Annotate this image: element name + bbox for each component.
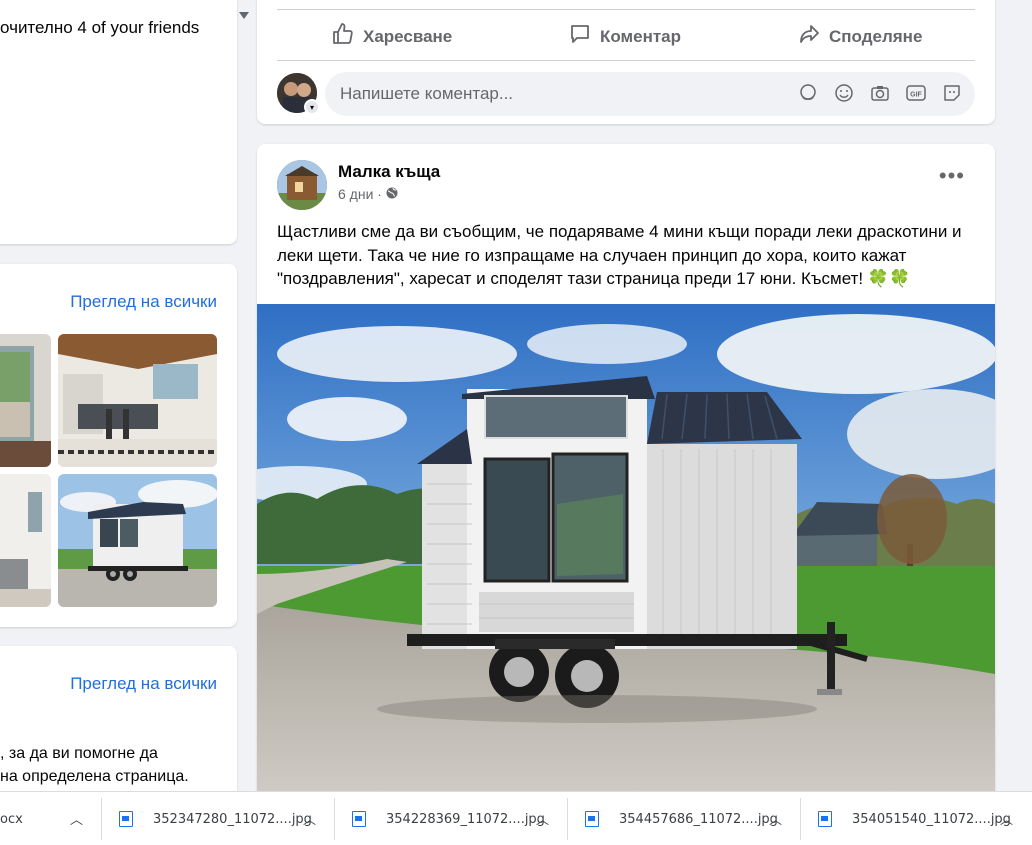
share-button[interactable]: Споделяне [797,22,922,51]
chevron-down-icon[interactable]: ▾ [304,99,320,115]
friends-text: очително 4 of your friends [0,18,200,37]
divider [334,798,335,840]
photo-thumb-3[interactable] [0,474,51,607]
help-text-line-2: на определена страница. [0,768,189,785]
page-avatar[interactable] [277,160,327,210]
help-text-line-1: , за да ви помогне да [0,745,158,762]
download-item[interactable]: 354228369_11072....jpg [352,792,567,845]
download-file-name: 354457686_11072....jpg [619,811,778,827]
image-file-icon [585,811,599,827]
like-button[interactable]: Харесване [331,22,452,51]
view-all-photos-link[interactable]: Преглед на всички [70,292,217,312]
camera-icon[interactable] [869,82,891,104]
share-icon [797,22,821,51]
download-file-name: 352347280_11072....jpg [153,811,312,827]
photo-thumb-2[interactable] [58,334,217,467]
post-image[interactable] [257,304,995,794]
collapse-arrow-icon[interactable] [239,12,249,19]
chevron-up-icon[interactable]: ︿ [536,809,549,828]
gif-icon[interactable]: GIF [905,82,927,104]
sticker-icon[interactable] [941,82,963,104]
download-item[interactable]: 354457686_11072....jpg [585,792,800,845]
photos-card: Преглед на всички [0,264,237,627]
previous-post-card: Харесване Коментар Споделяне ▾ Напишете … [257,0,995,124]
more-options-icon[interactable]: ••• [939,165,965,187]
divider [277,9,975,10]
svg-text:GIF: GIF [910,92,922,99]
page-name[interactable]: Малка къща [338,162,440,182]
emoji-icon[interactable] [833,82,855,104]
post-time[interactable]: 6 дни · [338,186,382,202]
divider [101,798,102,840]
globe-icon [386,186,398,202]
download-file-name: осх [0,811,23,827]
download-item[interactable]: осх [0,792,100,845]
post-text: Щастливи сме да ви съобщим, че подарявам… [277,222,962,288]
comment-button[interactable]: Коментар [568,22,681,51]
comment-input[interactable]: Напишете коментар... GIF [325,72,975,116]
photo-thumb-4[interactable] [58,474,217,607]
image-file-icon [119,811,133,827]
divider [567,798,568,840]
friends-card: очително 4 of your friends [0,0,237,244]
comment-label: Коментар [600,26,681,46]
photo-thumb-1[interactable] [0,334,51,467]
view-all-pages-link[interactable]: Преглед на всички [70,674,217,694]
divider [800,798,801,840]
comment-icon [568,22,592,51]
post-card: Малка къща 6 дни · ••• Щастливи сме да в… [257,144,995,844]
chevron-up-icon[interactable]: ︿ [303,809,316,828]
chevron-up-icon[interactable]: ︿ [769,809,782,828]
divider [277,60,975,61]
image-file-icon [352,811,366,827]
download-bar: осх ︿ 352347280_11072....jpg ︿ 354228369… [0,791,1032,845]
chevron-up-icon[interactable]: ︿ [1000,809,1013,828]
chevron-up-icon[interactable]: ︿ [70,809,83,828]
download-item[interactable]: 352347280_11072....jpg [119,792,334,845]
post-meta: 6 дни · [338,186,398,202]
comment-placeholder: Напишете коментар... [340,84,514,103]
download-file-name: 354051540_11072....jpg [852,811,1011,827]
avatar-sticker-icon[interactable] [797,82,819,104]
image-file-icon [818,811,832,827]
download-file-name: 354228369_11072....jpg [386,811,545,827]
share-label: Споделяне [829,26,923,46]
pages-card: Преглед на всички , за да ви помогне да … [0,646,237,806]
like-label: Харесване [363,26,453,46]
thumbs-up-icon [331,22,355,51]
